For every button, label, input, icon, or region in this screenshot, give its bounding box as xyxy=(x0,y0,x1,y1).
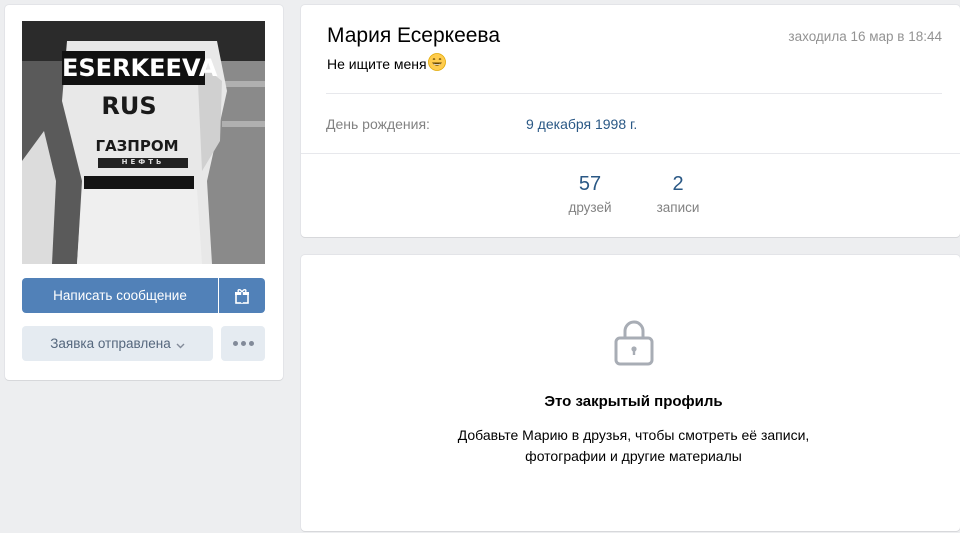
avatar[interactable]: ESERKEEVA RUS ГАЗПРОМ НЕФТЬ xyxy=(22,21,265,264)
gift-button[interactable] xyxy=(219,278,265,313)
friends-counter[interactable]: 57 друзей xyxy=(558,172,622,215)
friend-request-sent-button[interactable]: Заявка отправлена xyxy=(22,326,213,361)
divider xyxy=(326,93,942,94)
avatar-country-label: RUS xyxy=(101,92,157,120)
gift-icon xyxy=(235,288,249,304)
last-seen: заходила 16 мар в 18:44 xyxy=(788,29,942,44)
friends-count: 57 xyxy=(578,173,602,195)
friend-request-label: Заявка отправлена xyxy=(50,336,171,351)
friends-count-label: друзей xyxy=(568,200,612,215)
lock-icon xyxy=(614,318,654,371)
more-actions-button[interactable] xyxy=(221,326,265,361)
divider xyxy=(301,153,960,154)
more-dots-icon xyxy=(240,341,246,346)
profile-status: Не ищите меня xyxy=(327,53,446,74)
send-message-button[interactable]: Написать сообщение xyxy=(22,278,218,313)
status-text: Не ищите меня xyxy=(327,55,427,72)
profile-sidebar: ESERKEEVA RUS ГАЗПРОМ НЕФТЬ Написать соо… xyxy=(5,5,283,380)
more-dots-icon xyxy=(232,341,238,346)
profile-name: Мария Есеркеева xyxy=(327,24,501,47)
posts-count-label: записи xyxy=(656,200,700,215)
closed-profile-description-line1: Добавьте Марию в друзья, чтобы смотреть … xyxy=(457,427,810,443)
avatar-sponsor-sub-label: НЕФТЬ xyxy=(98,158,188,168)
avatar-name-patch: ESERKEEVA xyxy=(62,51,217,85)
closed-profile-title: Это закрытый профиль xyxy=(544,393,723,410)
profile-info: Мария Есеркеева заходила 16 мар в 18:44 … xyxy=(301,5,960,237)
avatar-sponsor-label: ГАЗПРОМ xyxy=(95,137,179,155)
birthday-value[interactable]: 9 декабря 1998 г. xyxy=(526,116,637,132)
closed-profile-notice: Это закрытый профиль Добавьте Марию в др… xyxy=(301,255,960,531)
posts-count: 2 xyxy=(672,173,684,195)
smile-emoji-icon xyxy=(427,53,446,74)
closed-profile-description: Добавьте Марию в друзья, чтобы смотреть … xyxy=(301,425,960,467)
birthday-label: День рождения: xyxy=(326,116,430,132)
chevron-down-icon xyxy=(176,327,185,362)
closed-profile-description-line2: фотографии и другие материалы xyxy=(525,448,742,464)
more-dots-icon xyxy=(248,341,254,346)
posts-counter[interactable]: 2 записи xyxy=(645,172,711,215)
